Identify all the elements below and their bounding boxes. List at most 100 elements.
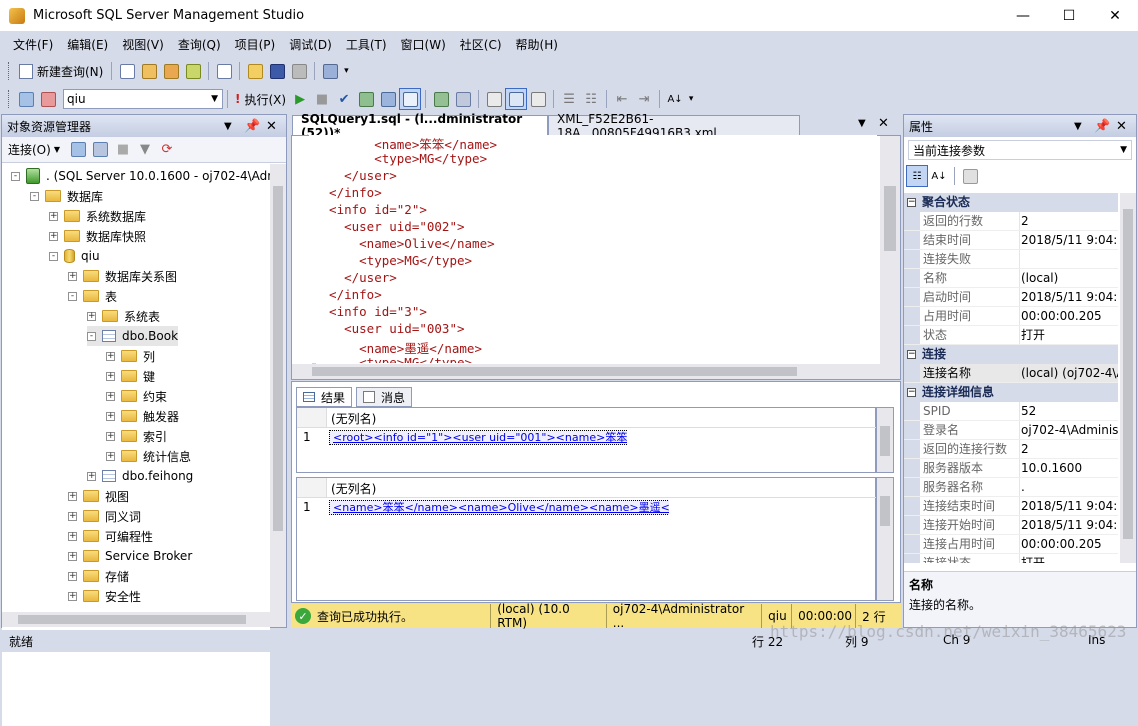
editor-horizontal-scrollbar[interactable] bbox=[292, 364, 900, 379]
tree-node[interactable]: - 数据库 bbox=[30, 186, 103, 206]
property-row[interactable]: 连接开始时间 2018/5/11 9:04:59 bbox=[904, 516, 1118, 535]
expand-icon[interactable]: + bbox=[106, 391, 115, 401]
minimize-button[interactable]: — bbox=[1000, 0, 1046, 31]
grid2-xml-link[interactable]: <name>笨笨</name><name>Olive</name><name>墨… bbox=[329, 500, 669, 515]
property-row[interactable]: 占用时间 00:00:00.205 bbox=[904, 307, 1118, 326]
tab-sqlquery1[interactable]: SQLQuery1.sql - (l...dministrator (52))* bbox=[292, 112, 548, 140]
tree-vertical-scrollbar[interactable] bbox=[270, 164, 286, 612]
collapse-icon[interactable]: − bbox=[907, 198, 916, 207]
toolbar-grip[interactable] bbox=[8, 62, 11, 80]
tree-node[interactable]: + 可编程性 bbox=[68, 526, 153, 546]
editor-dropdown-icon[interactable]: ▼ bbox=[858, 118, 866, 129]
disconnect-server-icon[interactable] bbox=[90, 139, 112, 161]
property-row[interactable]: 连接名称 (local) (oj702-4\A bbox=[904, 364, 1118, 383]
tab-messages[interactable]: 消息 bbox=[356, 387, 413, 407]
grid2-scrollbar[interactable] bbox=[876, 477, 894, 601]
menu-debug[interactable]: 调试(D) bbox=[282, 36, 339, 53]
connect-server-icon[interactable] bbox=[68, 139, 90, 161]
collapse-icon[interactable]: - bbox=[30, 191, 39, 201]
close-window-button[interactable]: ✕ bbox=[1092, 0, 1138, 31]
maximize-button[interactable]: ☐ bbox=[1046, 0, 1092, 31]
tree-node[interactable]: + 数据库快照 bbox=[49, 226, 146, 246]
new-file-icon[interactable] bbox=[116, 60, 138, 82]
expand-icon[interactable]: + bbox=[106, 411, 115, 421]
property-row[interactable]: 连接状态 打开 bbox=[904, 554, 1118, 563]
tree-node[interactable]: -表 bbox=[68, 286, 117, 306]
save-icon[interactable] bbox=[266, 60, 288, 82]
client-statistics-icon[interactable] bbox=[452, 88, 474, 110]
property-row[interactable]: 状态 打开 bbox=[904, 326, 1118, 345]
connect-icon[interactable] bbox=[15, 88, 37, 110]
collapse-icon[interactable]: - bbox=[87, 331, 96, 341]
open-folder-icon[interactable] bbox=[244, 60, 266, 82]
expand-icon[interactable]: + bbox=[68, 591, 77, 601]
menu-tools[interactable]: 工具(T) bbox=[339, 36, 394, 53]
property-row[interactable]: SPID 52 bbox=[904, 402, 1118, 421]
property-row[interactable]: 登录名 oj702-4\Administ bbox=[904, 421, 1118, 440]
tree-node[interactable]: + 同义词 bbox=[68, 506, 141, 526]
decrease-indent-icon[interactable]: ⇤ bbox=[611, 88, 633, 110]
menu-query[interactable]: 查询(Q) bbox=[171, 36, 228, 53]
property-category[interactable]: − 连接 bbox=[904, 345, 1118, 364]
include-plan-icon[interactable] bbox=[430, 88, 452, 110]
alphabetical-icon[interactable]: A↓ bbox=[928, 165, 950, 187]
connect-dropdown[interactable]: 连接(O) bbox=[8, 141, 51, 158]
expand-icon[interactable]: + bbox=[68, 271, 77, 281]
stop-icon[interactable]: ■ bbox=[112, 139, 134, 161]
activity-monitor-icon[interactable] bbox=[319, 60, 341, 82]
menu-window[interactable]: 窗口(W) bbox=[394, 36, 453, 53]
toolbar-grip[interactable] bbox=[8, 90, 11, 108]
close-panel-icon[interactable]: ✕ bbox=[266, 115, 277, 137]
toolbar-overflow-icon[interactable]: ▾ bbox=[341, 60, 351, 82]
grid1-scrollbar[interactable] bbox=[876, 407, 894, 473]
results-to-text-icon[interactable] bbox=[483, 88, 505, 110]
tree-node[interactable]: + dbo.feihong bbox=[87, 466, 193, 486]
result-grid-1[interactable]: (无列名) 1 <root><info id="1"><user uid="00… bbox=[296, 407, 877, 473]
tree-node[interactable]: - qiu bbox=[49, 246, 100, 266]
close-panel-icon[interactable]: ✕ bbox=[1116, 115, 1127, 137]
disconnect-icon[interactable] bbox=[37, 88, 59, 110]
property-row[interactable]: 返回的连接行数 2 bbox=[904, 440, 1118, 459]
results-to-file-icon[interactable] bbox=[527, 88, 549, 110]
property-row[interactable]: 名称 (local) bbox=[904, 269, 1118, 288]
tree-node[interactable]: + 约束 bbox=[106, 386, 167, 406]
tree-node[interactable]: - . (SQL Server 10.0.1600 - oj702-4\Admin… bbox=[11, 166, 270, 186]
properties-object-selector[interactable]: 当前连接参数 ▼ bbox=[908, 140, 1132, 160]
toolbar-overflow-icon[interactable]: ▾ bbox=[686, 88, 696, 110]
expand-icon[interactable]: + bbox=[68, 531, 77, 541]
property-row[interactable]: 连接占用时间 00:00:00.205 bbox=[904, 535, 1118, 554]
editor-vertical-scrollbar[interactable] bbox=[880, 136, 900, 364]
property-row[interactable]: 启动时间 2018/5/11 9:04:59 bbox=[904, 288, 1118, 307]
tab-xml-result[interactable]: XML_F52E2B61-18A...00805F49916B3.xml bbox=[548, 112, 800, 140]
query-designer-icon[interactable] bbox=[377, 88, 399, 110]
property-row[interactable]: 返回的行数 2 bbox=[904, 212, 1118, 231]
expand-icon[interactable]: + bbox=[49, 211, 58, 221]
debug-play-icon[interactable]: ▶ bbox=[289, 88, 311, 110]
expand-icon[interactable]: + bbox=[68, 551, 77, 561]
cancel-stop-icon[interactable]: ■ bbox=[311, 88, 333, 110]
expand-icon[interactable]: + bbox=[49, 231, 58, 241]
expand-icon[interactable]: + bbox=[106, 351, 115, 361]
properties-scrollbar[interactable] bbox=[1120, 193, 1136, 563]
expand-icon[interactable]: + bbox=[87, 471, 96, 481]
tree-horizontal-scrollbar[interactable] bbox=[2, 612, 286, 627]
panel-dropdown-icon[interactable]: ▼ bbox=[1074, 115, 1082, 137]
menu-file[interactable]: 文件(F) bbox=[6, 36, 60, 53]
collapse-icon[interactable]: − bbox=[907, 388, 916, 397]
pin-icon[interactable]: 📌 bbox=[1094, 115, 1110, 137]
tree-node[interactable]: + 统计信息 bbox=[106, 446, 191, 466]
tree-node[interactable]: + 存储 bbox=[68, 566, 129, 586]
property-category[interactable]: − 连接详细信息 bbox=[904, 383, 1118, 402]
tree-node[interactable]: + 安全性 bbox=[68, 586, 141, 606]
property-row[interactable]: 连接失败 bbox=[904, 250, 1118, 269]
menu-help[interactable]: 帮助(H) bbox=[509, 36, 565, 53]
specify-values-icon[interactable]: A↓ bbox=[664, 88, 686, 110]
property-row[interactable]: 服务器版本 10.0.1600 bbox=[904, 459, 1118, 478]
new-project-icon[interactable] bbox=[213, 60, 235, 82]
intellisense-icon[interactable] bbox=[399, 88, 422, 110]
execute-button[interactable]: ! 执行(X) bbox=[232, 88, 289, 110]
refresh-icon[interactable]: ⟳ bbox=[156, 139, 178, 161]
tree-node[interactable]: + 视图 bbox=[68, 486, 129, 506]
grid1-xml-cell[interactable]: <root><info id="1"><user uid="001"><name… bbox=[329, 429, 627, 445]
collapse-icon[interactable]: − bbox=[907, 350, 916, 359]
